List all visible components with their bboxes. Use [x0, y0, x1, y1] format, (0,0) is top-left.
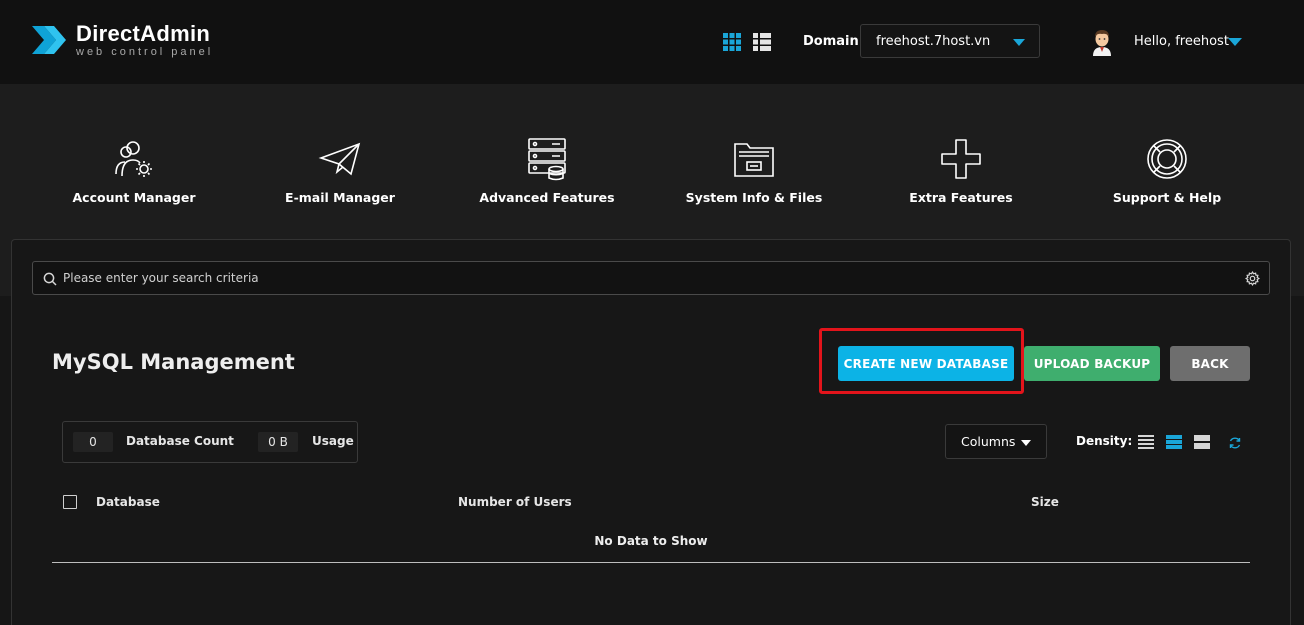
logo-title: DirectAdmin — [76, 21, 211, 46]
column-header-number-of-users[interactable]: Number of Users — [458, 495, 572, 509]
lifebuoy-icon — [1147, 139, 1187, 179]
refresh-icon[interactable] — [1228, 436, 1242, 450]
columns-dropdown[interactable]: Columns — [945, 424, 1047, 459]
usage-label: Usage — [312, 434, 354, 448]
directadmin-logo-icon — [32, 26, 66, 54]
server-database-icon — [528, 138, 566, 181]
users-gear-icon — [115, 141, 152, 177]
search-icon — [43, 272, 57, 286]
nav-label: Support & Help — [1112, 190, 1222, 205]
nav-advanced-features[interactable]: Advanced Features — [447, 136, 647, 205]
density-compact-icon[interactable] — [1138, 435, 1154, 449]
plus-icon — [941, 139, 981, 179]
nav-extra-features[interactable]: Extra Features — [861, 136, 1061, 205]
usage-value: 0 B — [258, 432, 298, 452]
nav-label: Account Manager — [72, 190, 196, 205]
user-greeting[interactable]: Hello, freehost — [1134, 34, 1229, 49]
chevron-down-icon — [1021, 440, 1031, 446]
database-count-value: 0 — [73, 432, 113, 452]
back-button[interactable]: BACK — [1170, 346, 1250, 381]
folder-icon — [734, 143, 774, 177]
domain-value: freehost.7host.vn — [876, 34, 991, 49]
columns-label: Columns — [961, 434, 1016, 449]
domain-label: Domain — [803, 34, 859, 49]
search-box — [32, 261, 1270, 295]
column-header-size[interactable]: Size — [1031, 495, 1059, 509]
nav-account-manager[interactable]: Account Manager — [34, 136, 234, 205]
table-header: Database Number of Users Size — [52, 486, 1250, 518]
density-normal-icon[interactable] — [1166, 435, 1182, 449]
nav-label: E-mail Manager — [285, 190, 395, 205]
view-toggle — [722, 32, 772, 52]
empty-table-message: No Data to Show — [594, 534, 708, 548]
logo-tagline: web control panel — [76, 46, 214, 58]
nav-label: Extra Features — [909, 190, 1013, 205]
create-new-database-button[interactable]: CREATE NEW DATABASE — [838, 346, 1014, 381]
database-count-label: Database Count — [126, 434, 234, 448]
search-input[interactable] — [63, 262, 1243, 294]
page-title: MySQL Management — [52, 350, 295, 374]
density-comfortable-icon[interactable] — [1194, 435, 1210, 449]
nav-email-manager[interactable]: E-mail Manager — [240, 136, 440, 205]
grid-view-icon[interactable] — [722, 32, 742, 52]
avatar[interactable] — [1090, 28, 1114, 56]
stats-summary: 0 Database Count 0 B Usage — [62, 421, 358, 463]
domain-select[interactable]: freehost.7host.vn — [860, 24, 1040, 58]
table-divider — [52, 562, 1250, 563]
list-view-icon[interactable] — [752, 32, 772, 52]
top-header: DirectAdmin web control panel Domain fre… — [0, 0, 1304, 84]
select-all-checkbox[interactable] — [63, 495, 77, 509]
gear-icon[interactable] — [1245, 271, 1260, 286]
paper-plane-icon — [318, 142, 361, 176]
nav-label: System Info & Files — [685, 190, 823, 205]
content-panel: MySQL Management CREATE NEW DATABASE UPL… — [11, 239, 1291, 625]
nav-support-help[interactable]: Support & Help — [1067, 136, 1267, 205]
column-header-database[interactable]: Database — [96, 495, 160, 509]
nav-label: Advanced Features — [479, 190, 615, 205]
logo[interactable]: DirectAdmin web control panel — [30, 20, 213, 60]
density-label: Density: — [1076, 434, 1133, 448]
upload-backup-button[interactable]: UPLOAD BACKUP — [1024, 346, 1160, 381]
chevron-down-icon — [1013, 39, 1025, 46]
user-menu-chevron-icon[interactable] — [1228, 38, 1242, 46]
nav-system-info-files[interactable]: System Info & Files — [654, 136, 854, 205]
